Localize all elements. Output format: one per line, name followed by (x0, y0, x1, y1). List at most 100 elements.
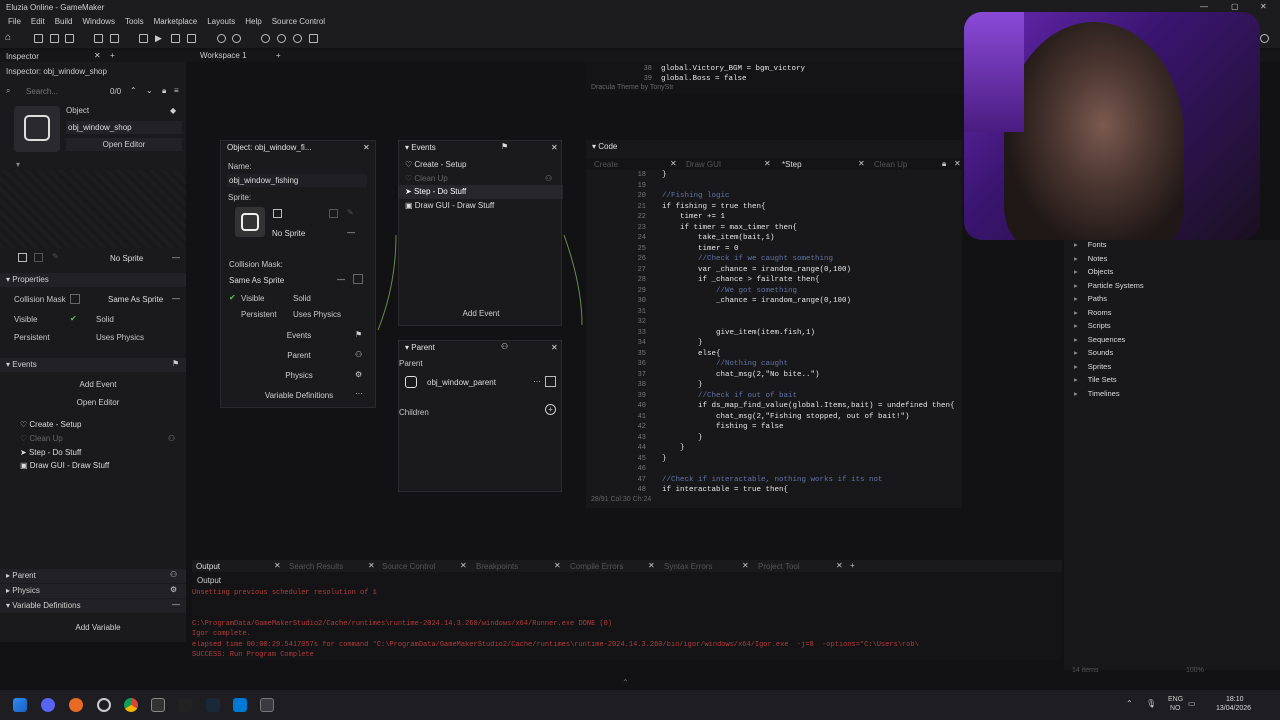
close-icon[interactable]: ✕ (363, 143, 370, 152)
lock-icon[interactable]: 🔒︎ (942, 159, 946, 169)
search-next-icon[interactable]: ⌄ (146, 86, 153, 95)
grid-icon[interactable] (309, 34, 318, 43)
events-header[interactable]: ▾ Events ⚑ (0, 358, 186, 372)
close-icon[interactable]: ✕ (670, 159, 677, 168)
menu-help[interactable]: Help (245, 17, 261, 28)
windows-start-icon[interactable] (13, 698, 27, 712)
sprite-select-icon[interactable] (18, 253, 27, 262)
sprite-new-icon[interactable] (34, 253, 43, 262)
expand-icon[interactable]: ▾ (16, 160, 20, 169)
close-icon[interactable]: ✕ (551, 143, 558, 152)
add-tab-icon[interactable]: + (850, 561, 855, 570)
mic-icon[interactable]: 🎙︎ (1146, 699, 1156, 708)
clock-time[interactable]: 18:10 (1226, 696, 1244, 703)
close-icon[interactable]: ✕ (368, 561, 375, 570)
asset-notes[interactable]: Notes (1074, 254, 1108, 263)
event-create[interactable]: ♡ Create - Setup (20, 420, 81, 429)
menu-edit[interactable]: Edit (31, 17, 45, 28)
object-name-field[interactable]: obj_window_shop (66, 121, 182, 134)
code-line[interactable]: 32 (586, 318, 962, 328)
add-workspace-button[interactable]: + (276, 51, 281, 60)
clean-icon[interactable] (94, 34, 103, 43)
open-editor-button-2[interactable]: Open Editor (40, 398, 156, 407)
code-line[interactable]: 26 //Check if we caught something (586, 255, 962, 265)
app-icon[interactable] (178, 698, 192, 712)
visible-checkbox[interactable]: ✔ (70, 314, 77, 323)
asset-paths[interactable]: Paths (1074, 294, 1107, 303)
asset-fonts[interactable]: Fonts (1074, 240, 1107, 249)
close-icon[interactable]: ✕ (94, 51, 101, 60)
tab-compile-errors[interactable]: Compile Errors (570, 562, 623, 571)
menu-windows[interactable]: Windows (82, 17, 114, 28)
collision-mask-value[interactable]: Same As Sprite (108, 295, 163, 304)
code-line[interactable]: 46 (586, 465, 962, 475)
code-line[interactable]: 35 else{ (586, 350, 962, 360)
event-draw-gui[interactable]: ▣ Draw GUI - Draw Stuff (405, 201, 494, 210)
parent-section[interactable]: ▸ Parent ⚇ (0, 569, 186, 583)
code-editor[interactable]: 18} 19 20//Fishing logic 21 if fishing = tru… (586, 171, 962, 499)
asset-tile-sets[interactable]: Tile Sets (1074, 375, 1117, 384)
event-cleanup[interactable]: ♡ Clean Up (405, 174, 448, 183)
help-icon[interactable] (232, 34, 241, 43)
tab-project-tool[interactable]: Project Tool (758, 562, 800, 571)
code-line[interactable]: 30 _chance = irandom_range(0,100) (586, 297, 962, 307)
terminal-icon[interactable] (151, 698, 165, 712)
sprite-menu-icon[interactable]: — (172, 253, 180, 262)
tab-step[interactable]: *Step (782, 160, 802, 169)
code-line[interactable]: 24 take_item(bait,1) (586, 234, 962, 244)
add-event-button[interactable]: Add Event (399, 309, 563, 318)
event-cleanup[interactable]: ♡ Clean Up (20, 434, 63, 443)
code-line[interactable]: 21 if fishing = true then{ (586, 203, 962, 213)
tab-create[interactable]: Create (594, 160, 618, 169)
stop-icon[interactable] (171, 34, 180, 43)
vardefs-section[interactable]: ▾ Variable Definitions — (0, 599, 186, 613)
discord-icon[interactable] (41, 698, 55, 712)
add-variable-button[interactable]: Add Variable (40, 623, 156, 632)
clock-date[interactable]: 13/04/2026 (1216, 705, 1251, 712)
debug-icon[interactable] (110, 34, 119, 43)
sprite-edit-icon[interactable]: ✎ (52, 252, 59, 261)
package-icon[interactable] (187, 34, 196, 43)
physics-button[interactable]: Physics ⚙ (229, 369, 369, 383)
menu-source-control[interactable]: Source Control (272, 17, 325, 28)
search-icon[interactable] (1260, 34, 1269, 43)
code-line[interactable]: 33 give_item(item.fish,1) (586, 329, 962, 339)
code-line[interactable]: 44 } (586, 444, 962, 454)
asset-timelines[interactable]: Timelines (1074, 389, 1120, 398)
vardefs-button[interactable]: Variable Definitions ··· (229, 389, 369, 403)
code-line[interactable]: 47 //Check if interactable, nothing works… (586, 476, 962, 486)
visible-checkbox[interactable]: ✔ (229, 293, 236, 302)
lock-icon[interactable]: 🔒︎ (162, 86, 166, 96)
menu-marketplace[interactable]: Marketplace (154, 17, 198, 28)
network-icon[interactable]: ▭ (1188, 699, 1196, 708)
code-line[interactable]: 48 if interactable = true then{ (586, 486, 962, 496)
maximize-button[interactable]: ▢ (1231, 2, 1239, 11)
inherit-icon[interactable]: ⚇ (545, 174, 552, 183)
settings-icon[interactable] (217, 34, 226, 43)
inherit-icon[interactable]: ⚇ (168, 434, 175, 443)
github-icon[interactable] (97, 698, 111, 712)
build-icon[interactable] (139, 34, 148, 43)
search-prev-icon[interactable]: ⌃ (130, 86, 137, 95)
code-line[interactable]: 41 chat_msg(2,"Fishing stopped, out of b… (586, 413, 962, 423)
flag-icon[interactable]: ⚑ (172, 359, 179, 368)
close-icon[interactable]: ✕ (460, 561, 467, 570)
asset-sequences[interactable]: Sequences (1074, 335, 1126, 344)
open-project-icon[interactable] (50, 34, 59, 43)
close-icon[interactable]: ✕ (274, 561, 281, 570)
add-child-icon[interactable]: + (545, 404, 556, 415)
run-icon[interactable]: ▶ (155, 33, 162, 44)
asset-sprites[interactable]: Sprites (1074, 362, 1111, 371)
panel-collapse-icon[interactable]: ⌃ (622, 678, 629, 687)
close-icon[interactable]: ✕ (836, 561, 843, 570)
minimize-button[interactable]: — (1200, 2, 1208, 11)
tab-inspector[interactable]: Inspector ✕ + (0, 50, 186, 62)
parent-edit-icon[interactable] (545, 376, 556, 387)
close-icon[interactable]: ✕ (764, 159, 771, 168)
code-line[interactable]: 40 if ds_map_find_value(global.Items,bai… (586, 402, 962, 412)
collision-mask-icon[interactable] (70, 294, 80, 304)
sprite-edit-icon[interactable]: ✎ (347, 208, 354, 217)
zoom-reset-icon[interactable] (293, 34, 302, 43)
tab-draw-gui[interactable]: Draw GUI (686, 160, 721, 169)
sprite-menu-icon[interactable]: — (347, 228, 355, 237)
